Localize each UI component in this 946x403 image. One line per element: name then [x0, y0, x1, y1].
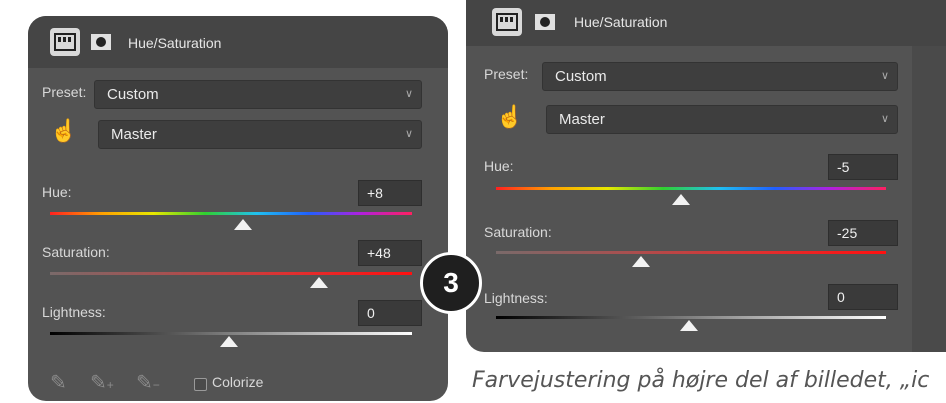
preset-value: Custom — [107, 86, 159, 103]
panel-title: Hue/Saturation — [128, 35, 222, 51]
targeted-adjustment-hand-icon[interactable]: ☝ — [50, 118, 77, 144]
saturation-slider-track[interactable] — [496, 251, 886, 254]
preset-value: Custom — [555, 68, 607, 85]
eyedropper-subtract-icon[interactable]: ✎− — [136, 370, 160, 395]
saturation-slider-thumb[interactable] — [310, 277, 328, 288]
chevron-down-icon: ∨ — [880, 113, 889, 125]
hue-slider-thumb[interactable] — [672, 194, 690, 205]
lightness-slider-thumb[interactable] — [680, 320, 698, 331]
adjustment-layer-icon[interactable] — [492, 8, 522, 36]
channel-value: Master — [111, 126, 157, 143]
step-number-badge: 3 — [420, 252, 482, 314]
layer-mask-icon[interactable] — [530, 8, 560, 36]
preset-label: Preset: — [484, 66, 529, 82]
hue-saturation-panel-right: Hue/Saturation Preset: Custom ∨ ☝ Master… — [466, 0, 946, 352]
hue-value-input[interactable]: +8 — [358, 180, 422, 206]
saturation-label: Saturation: — [42, 244, 110, 260]
layer-mask-icon[interactable] — [86, 28, 116, 56]
panel-header: Hue/Saturation — [466, 0, 946, 46]
chevron-down-icon: ∨ — [404, 88, 413, 100]
panel-body: Preset: Custom ∨ ☝ Master ∨ Hue: +8 Satu… — [28, 68, 448, 401]
hue-value-input[interactable]: -5 — [828, 154, 898, 180]
eyedropper-add-icon[interactable]: ✎+ — [90, 370, 114, 395]
lightness-value-input[interactable]: 0 — [828, 284, 898, 310]
saturation-label: Saturation: — [484, 224, 552, 240]
chevron-down-icon: ∨ — [404, 128, 413, 140]
hue-saturation-panel-left: Hue/Saturation Preset: Custom ∨ ☝ Master… — [28, 16, 448, 401]
panel-body: Preset: Custom ∨ ☝ Master ∨ Hue: -5 Satu… — [466, 46, 946, 352]
image-caption: Farvejustering på højre del af billedet,… — [472, 368, 930, 393]
preset-label: Preset: — [42, 84, 87, 100]
channel-dropdown[interactable]: Master ∨ — [546, 105, 898, 134]
lightness-slider-track[interactable] — [50, 332, 412, 335]
hue-label: Hue: — [484, 158, 514, 174]
preset-dropdown[interactable]: Custom ∨ — [94, 80, 422, 109]
lightness-slider-thumb[interactable] — [220, 336, 238, 347]
lightness-slider-track[interactable] — [496, 316, 886, 319]
targeted-adjustment-hand-icon[interactable]: ☝ — [496, 104, 523, 130]
hue-label: Hue: — [42, 184, 72, 200]
panel-header: Hue/Saturation — [28, 16, 448, 68]
colorize-label: Colorize — [212, 374, 264, 390]
saturation-slider-thumb[interactable] — [632, 256, 650, 267]
hue-slider-thumb[interactable] — [234, 219, 252, 230]
adjustment-layer-icon[interactable] — [50, 28, 80, 56]
eyedropper-icon[interactable]: ✎ — [50, 370, 67, 395]
hue-slider-track[interactable] — [50, 212, 412, 215]
chevron-down-icon: ∨ — [880, 70, 889, 82]
panel-title: Hue/Saturation — [574, 14, 668, 30]
lightness-label: Lightness: — [42, 304, 106, 320]
saturation-value-input[interactable]: +48 — [358, 240, 422, 266]
saturation-value-input[interactable]: -25 — [828, 220, 898, 246]
saturation-slider-track[interactable] — [50, 272, 412, 275]
hue-slider-track[interactable] — [496, 187, 886, 190]
lightness-label: Lightness: — [484, 290, 548, 306]
lightness-value-input[interactable]: 0 — [358, 300, 422, 326]
channel-dropdown[interactable]: Master ∨ — [98, 120, 422, 149]
channel-value: Master — [559, 111, 605, 128]
colorize-checkbox[interactable] — [194, 378, 207, 391]
preset-dropdown[interactable]: Custom ∨ — [542, 62, 898, 91]
